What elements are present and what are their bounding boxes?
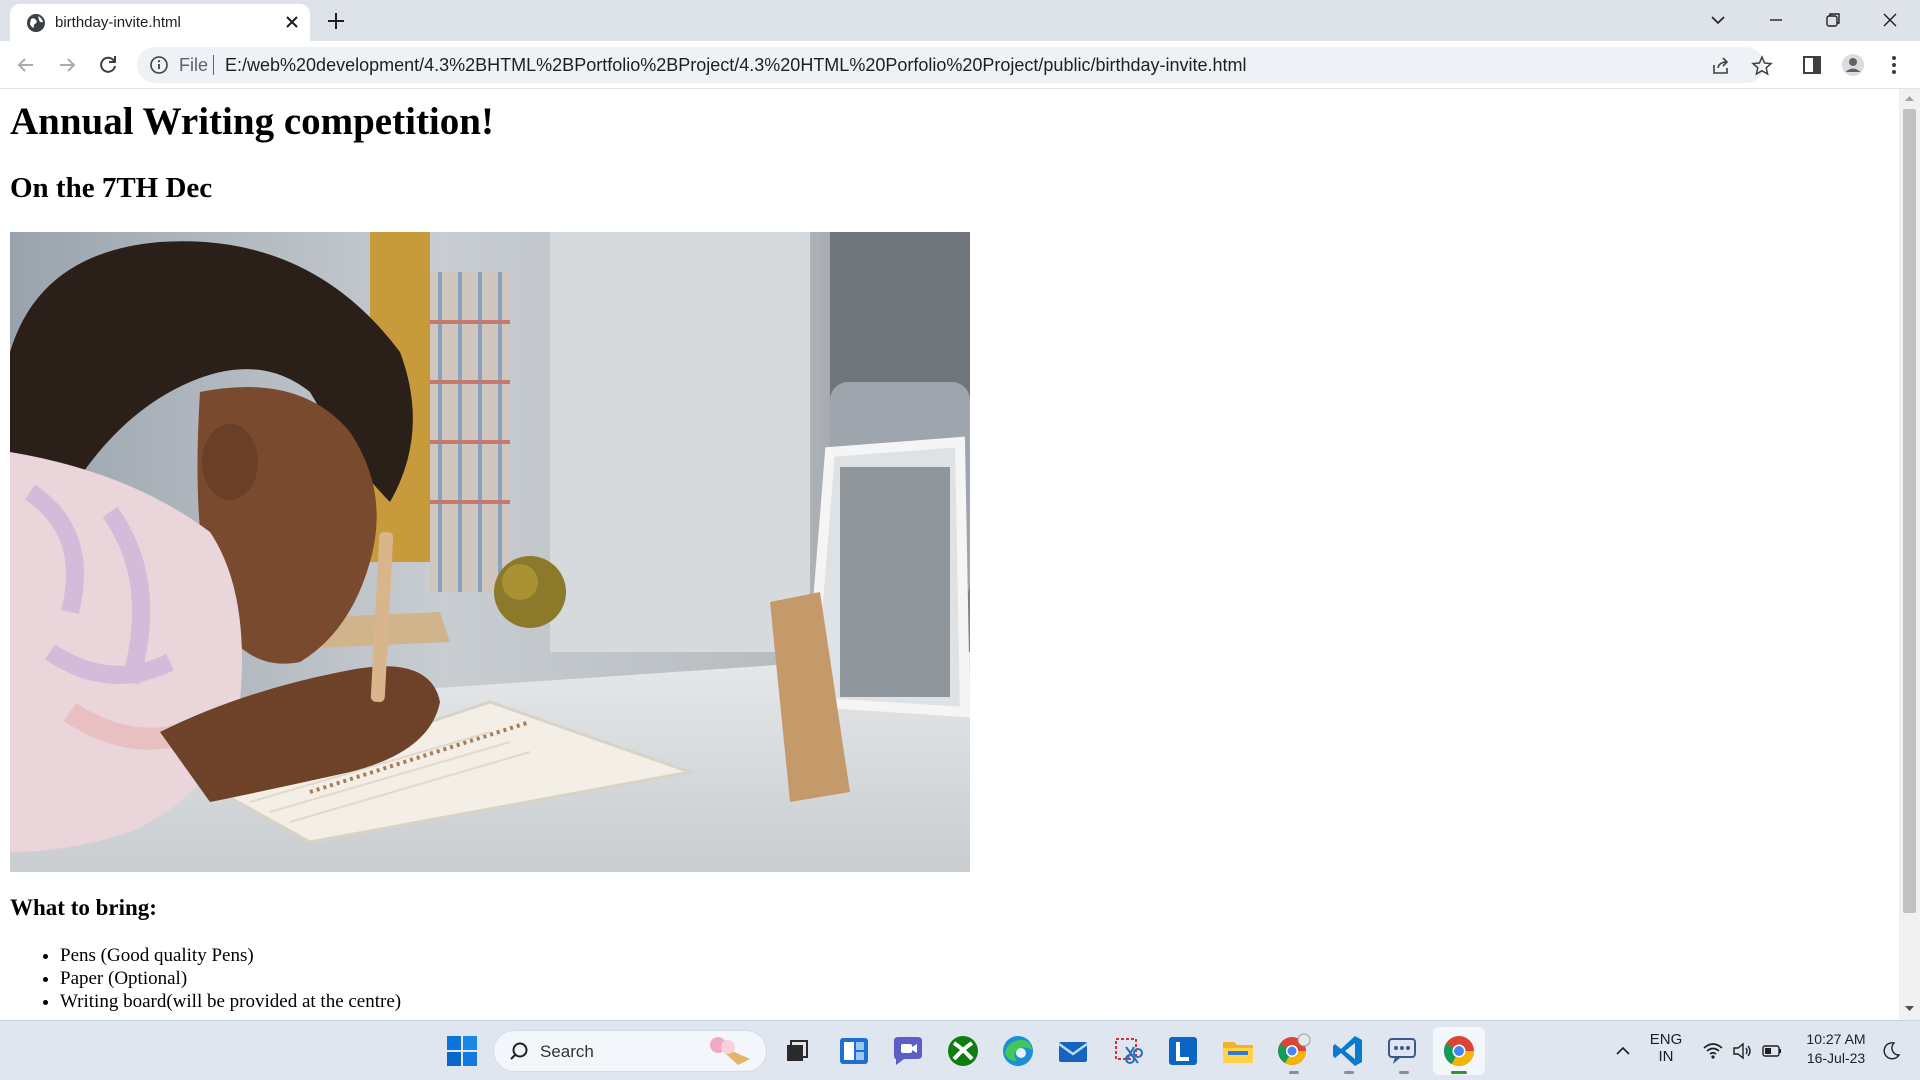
clock-time: 10:27 AM <box>1806 1031 1866 1047</box>
clock-date: 16-Jul-23 <box>1806 1050 1866 1066</box>
chevron-up-icon[interactable] <box>1612 1040 1634 1062</box>
running-indicator <box>1399 1071 1409 1074</box>
competition-photo <box>10 232 970 872</box>
widgets-icon[interactable] <box>836 1033 872 1069</box>
volume-icon[interactable] <box>1731 1040 1753 1062</box>
ice-cream-icon <box>710 1037 750 1065</box>
wifi-icon[interactable] <box>1702 1040 1724 1062</box>
address-bar[interactable]: File E:/web%20development/4.3%2BHTML%2BP… <box>137 47 1773 83</box>
restore-icon[interactable] <box>1821 8 1845 32</box>
forward-arrow-icon[interactable] <box>55 53 79 77</box>
reload-icon[interactable] <box>96 53 120 77</box>
file-explorer-icon[interactable] <box>1220 1033 1256 1069</box>
minimize-icon[interactable] <box>1764 8 1788 32</box>
taskbar-search[interactable]: Search <box>493 1030 767 1072</box>
teams-chat-icon[interactable] <box>890 1033 926 1069</box>
page-title: Annual Writing competition! <box>10 100 494 143</box>
url-separator <box>213 55 214 75</box>
task-view-icon[interactable] <box>778 1033 814 1069</box>
event-date-heading: On the 7TH Dec <box>10 172 213 204</box>
snipping-tool-icon[interactable] <box>1110 1033 1146 1069</box>
taskbar: Search ENG IN 10:27 AM 16-Jul-23 <box>0 1020 1920 1080</box>
girl-writing-image <box>10 232 970 872</box>
bring-list: Pens (Good quality Pens) Paper (Optional… <box>60 944 401 1013</box>
scroll-up-arrow-icon[interactable] <box>1904 93 1915 104</box>
edge-browser-icon[interactable] <box>1000 1033 1036 1069</box>
bookmark-star-icon[interactable] <box>1751 55 1773 77</box>
region-code: IN <box>1658 1048 1674 1065</box>
vscode-icon[interactable] <box>1330 1033 1366 1069</box>
tab-search-chevron-icon[interactable] <box>1706 8 1730 32</box>
back-arrow-icon[interactable] <box>14 53 38 77</box>
side-panel-icon[interactable] <box>1800 53 1824 77</box>
close-window-icon[interactable] <box>1878 8 1902 32</box>
menu-dots-icon[interactable] <box>1882 53 1906 77</box>
chrome-profile-icon[interactable] <box>1275 1033 1311 1069</box>
search-label: Search <box>540 1042 594 1061</box>
language-code: ENG <box>1649 1031 1683 1048</box>
tab-strip: birthday-invite.html <box>0 0 1920 41</box>
windows-start-icon[interactable] <box>444 1033 480 1069</box>
list-item: Writing board(will be provided at the ce… <box>60 990 401 1013</box>
tab-title: birthday-invite.html <box>55 14 181 31</box>
mail-icon[interactable] <box>1055 1033 1091 1069</box>
page-viewport: Annual Writing competition! On the 7TH D… <box>0 89 1899 1020</box>
globe-icon <box>27 14 45 32</box>
battery-icon[interactable] <box>1761 1040 1783 1062</box>
what-to-bring-heading: What to bring: <box>10 895 157 920</box>
app-l-icon[interactable] <box>1165 1033 1201 1069</box>
new-tab-icon[interactable] <box>325 10 347 32</box>
focus-moon-icon[interactable] <box>1880 1040 1902 1062</box>
url-scheme: File <box>179 55 209 75</box>
running-indicator <box>1344 1071 1354 1074</box>
clock[interactable]: 10:27 AM 16-Jul-23 <box>1798 1030 1874 1068</box>
url-text[interactable]: E:/web%20development/4.3%2BHTML%2BPortfo… <box>225 55 1247 76</box>
share-icon[interactable] <box>1710 55 1732 77</box>
running-indicator <box>1451 1071 1467 1074</box>
browser-toolbar: File E:/web%20development/4.3%2BHTML%2BP… <box>0 41 1920 89</box>
list-item: Pens (Good quality Pens) <box>60 944 401 967</box>
vertical-scrollbar[interactable] <box>1899 89 1920 1020</box>
close-tab-icon[interactable] <box>283 13 301 31</box>
profile-avatar-icon[interactable] <box>1841 53 1865 77</box>
scroll-down-arrow-icon[interactable] <box>1904 1003 1915 1014</box>
list-item: Paper (Optional) <box>60 967 401 990</box>
scrollbar-thumb[interactable] <box>1903 109 1916 913</box>
browser-tab[interactable]: birthday-invite.html <box>10 4 310 41</box>
chrome-icon[interactable] <box>1441 1033 1477 1069</box>
search-icon <box>510 1042 528 1060</box>
chat-app-icon[interactable] <box>1385 1033 1421 1069</box>
site-info-icon[interactable] <box>149 55 169 75</box>
xbox-icon[interactable] <box>945 1033 981 1069</box>
language-indicator[interactable]: ENG IN <box>1648 1031 1684 1065</box>
running-indicator <box>1289 1071 1299 1074</box>
